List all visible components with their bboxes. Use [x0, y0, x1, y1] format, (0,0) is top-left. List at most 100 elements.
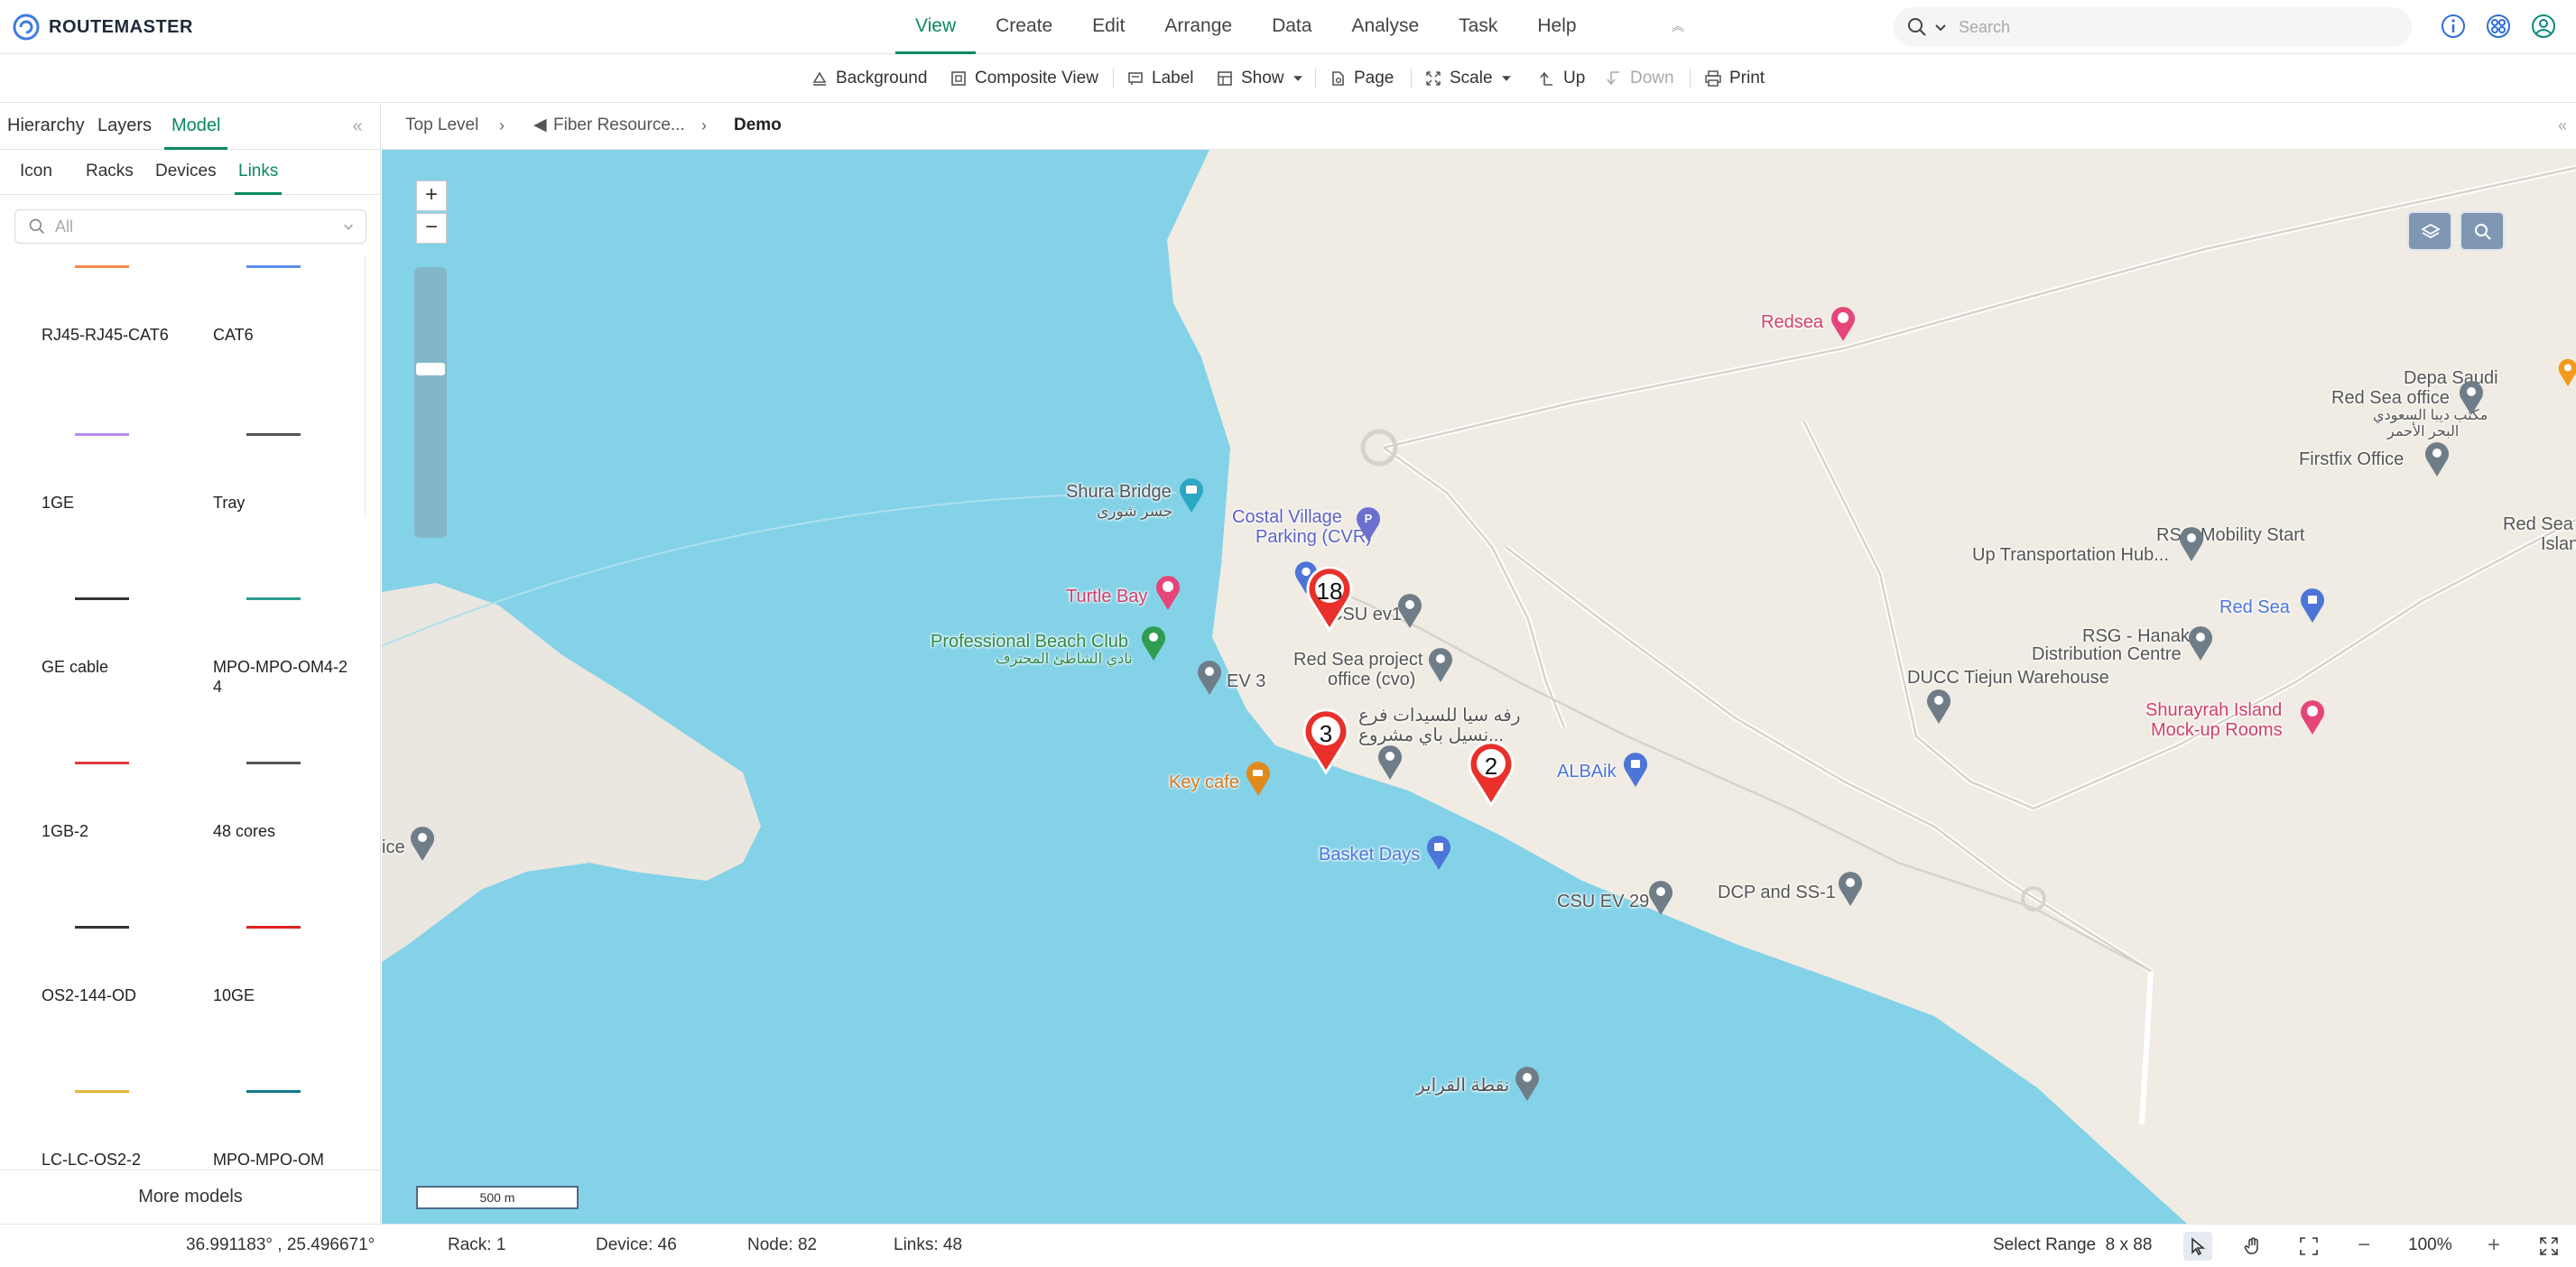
map-view[interactable]: + − Redsea Depa Saudi Red Sea office مكت…: [382, 150, 2576, 1224]
fit-view-icon[interactable]: [2298, 1235, 2320, 1257]
shopping-pin-icon[interactable]: [1425, 834, 1452, 872]
location-pin-icon[interactable]: [1427, 646, 1454, 684]
zoom-out-button[interactable]: −: [2358, 1225, 2370, 1267]
link-model-item[interactable]: LC-LC-OS2-2: [42, 1090, 213, 1170]
location-pin-icon[interactable]: [2178, 525, 2205, 563]
zoom-in-button[interactable]: +: [2488, 1225, 2500, 1267]
breadcrumb-fiber-resource[interactable]: Fiber Resource...: [553, 103, 685, 150]
place-label[interactable]: DCP and SS-1: [1718, 883, 1836, 902]
map-zoom-out-button[interactable]: −: [416, 213, 447, 244]
menu-edit[interactable]: Edit: [1072, 0, 1144, 54]
map-zoom-in-button[interactable]: +: [416, 180, 447, 211]
tab-links[interactable]: Links: [235, 150, 283, 195]
show-dropdown[interactable]: Show: [1216, 66, 1304, 91]
club-pin-icon[interactable]: [1140, 624, 1167, 662]
place-label[interactable]: Shura Bridge: [1066, 482, 1172, 502]
breadcrumb-back-icon[interactable]: ◀: [533, 103, 547, 150]
location-pin-icon[interactable]: [2187, 624, 2214, 662]
link-model-item[interactable]: CAT6: [213, 265, 365, 410]
pan-hand-icon[interactable]: [2242, 1235, 2264, 1257]
menu-collapse-icon[interactable]: ︽: [1668, 15, 1688, 37]
location-pin-icon[interactable]: [1514, 1065, 1541, 1103]
tab-layers[interactable]: Layers: [97, 103, 152, 150]
location-pin-icon[interactable]: [409, 825, 436, 863]
link-model-item[interactable]: 1GB-2: [42, 762, 213, 906]
tab-racks[interactable]: Racks: [86, 150, 134, 195]
map-zoom-slider[interactable]: [414, 267, 447, 538]
link-model-item[interactable]: OS2-144-OD: [42, 926, 213, 1070]
place-label[interactable]: رفه سيا للسيدات فرع: [1358, 706, 1521, 726]
shopping-pin-icon[interactable]: [2299, 587, 2326, 624]
place-label[interactable]: Turtle Bay: [1066, 587, 1147, 606]
place-label[interactable]: Shurayrah Island: [2145, 700, 2282, 720]
model-filter-select[interactable]: [14, 209, 366, 244]
tab-model[interactable]: Model: [164, 103, 228, 150]
print-button[interactable]: Print: [1704, 66, 1765, 91]
link-model-item[interactable]: MPO-MPO-OM4-24: [213, 597, 365, 742]
map-zoom-slider-handle[interactable]: [416, 363, 445, 375]
settings-icon[interactable]: [2484, 12, 2513, 41]
menu-task[interactable]: Task: [1439, 0, 1517, 54]
link-model-item[interactable]: Tray: [213, 433, 365, 578]
location-pin-icon[interactable]: [1925, 688, 1952, 726]
menu-arrange[interactable]: Arrange: [1144, 0, 1252, 54]
tab-icon[interactable]: Icon: [20, 150, 52, 195]
menu-view[interactable]: View: [895, 0, 977, 54]
place-label[interactable]: Costal Village: [1232, 507, 1342, 527]
background-button[interactable]: Background: [811, 66, 927, 91]
composite-view-button[interactable]: Composite View: [950, 66, 1098, 91]
shopping-pin-icon[interactable]: [1622, 751, 1649, 789]
place-label[interactable]: DUCC Tiejun Warehouse: [1907, 668, 2109, 688]
location-pin-icon[interactable]: [1837, 870, 1864, 908]
location-pin-icon[interactable]: [2458, 379, 2485, 417]
list-scrollbar[interactable]: [365, 256, 377, 518]
user-icon[interactable]: [2529, 12, 2558, 41]
info-icon[interactable]: [2439, 12, 2468, 41]
place-label[interactable]: office (cvo): [1328, 670, 1415, 689]
poi-pin-icon[interactable]: [2557, 354, 2576, 392]
camera-pin-icon[interactable]: [1178, 476, 1205, 514]
link-model-item[interactable]: RJ45-RJ45-CAT6: [42, 265, 213, 410]
tab-devices[interactable]: Devices: [155, 150, 217, 195]
location-pin-icon[interactable]: [1647, 879, 1674, 917]
place-label[interactable]: البحر الأحمر: [2387, 422, 2459, 442]
link-model-item[interactable]: GE cable: [42, 597, 213, 742]
place-label[interactable]: Red Sea: [2219, 597, 2290, 617]
place-label[interactable]: ice: [382, 837, 405, 857]
place-label[interactable]: EV 3: [1227, 671, 1265, 691]
cafe-pin-icon[interactable]: [1245, 760, 1272, 798]
place-label[interactable]: ALBAik: [1557, 762, 1617, 781]
link-model-item[interactable]: 10GE: [213, 926, 365, 1070]
search-input[interactable]: [1959, 17, 2374, 37]
pointer-select-icon[interactable]: [2187, 1235, 2209, 1257]
location-pin-icon[interactable]: [1396, 592, 1423, 630]
more-models-button[interactable]: More models: [0, 1170, 381, 1224]
place-label[interactable]: Distribution Centre: [2032, 644, 2182, 664]
link-model-item[interactable]: MPO-MPO-OM: [213, 1090, 365, 1170]
link-model-item[interactable]: 1GE: [42, 433, 213, 578]
place-label[interactable]: Red Sea: [2503, 514, 2573, 534]
node-marker[interactable]: 2: [1468, 741, 1515, 808]
place-label[interactable]: نقطة القراير: [1416, 1076, 1509, 1096]
location-pin-icon[interactable]: [1196, 659, 1223, 697]
place-label[interactable]: نادي الشاطئ المحترف: [996, 650, 1133, 670]
menu-data[interactable]: Data: [1252, 0, 1331, 54]
tab-hierarchy[interactable]: Hierarchy: [7, 103, 85, 150]
up-button[interactable]: Up: [1538, 66, 1585, 91]
map-search-button[interactable]: [2460, 211, 2505, 251]
place-label[interactable]: RSG - Hanak: [2082, 626, 2190, 646]
hotel-pin-icon[interactable]: [1154, 574, 1181, 612]
collapse-right-panel-icon[interactable]: «: [2552, 103, 2573, 150]
place-label[interactable]: Key cafe: [1169, 772, 1239, 792]
place-label[interactable]: Professional Beach Club: [931, 632, 1128, 652]
model-filter-input[interactable]: [55, 217, 326, 236]
place-label[interactable]: Redsea: [1761, 312, 1823, 332]
place-label[interactable]: Mock-up Rooms: [2151, 720, 2283, 740]
link-model-item[interactable]: 48 cores: [213, 762, 365, 906]
menu-create[interactable]: Create: [976, 0, 1072, 54]
location-pin-icon[interactable]: [1376, 744, 1404, 781]
place-label[interactable]: Islan: [2541, 534, 2576, 554]
label-button[interactable]: Label: [1126, 66, 1194, 91]
place-label[interactable]: Basket Days: [1319, 845, 1420, 865]
location-pin-icon[interactable]: [2423, 440, 2451, 478]
